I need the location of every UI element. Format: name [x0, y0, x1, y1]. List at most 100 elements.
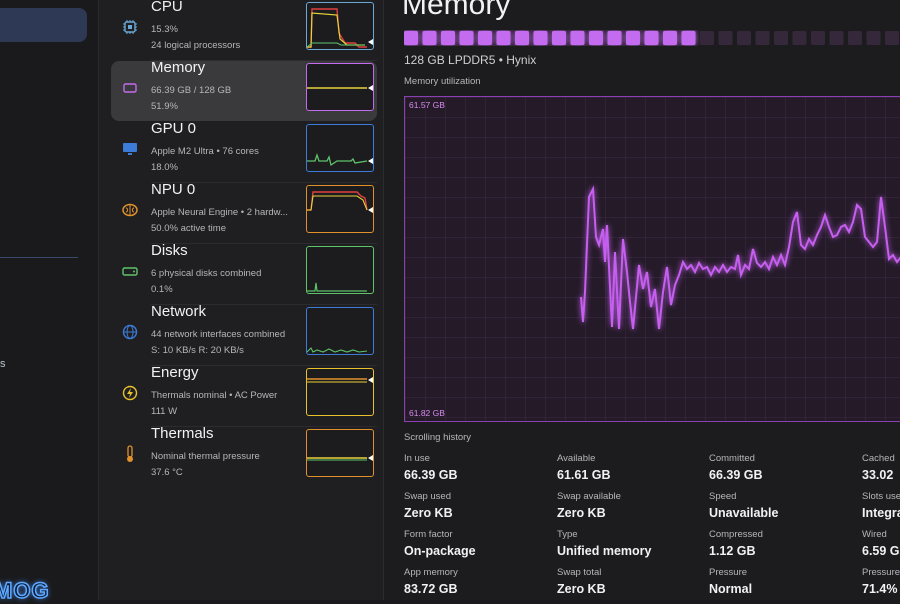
stat-committed: Committed 66.39 GB: [709, 453, 763, 482]
sidebar: s MOG: [0, 0, 99, 604]
stat-value: Normal: [709, 582, 753, 596]
usage-block-filled: [552, 31, 566, 45]
stat-available: Available 61.61 GB: [557, 453, 611, 482]
stat-label: Swap available: [557, 491, 621, 502]
item-detail: 51.9%: [151, 101, 178, 112]
globe-icon: [121, 323, 139, 341]
thermometer-icon: [121, 445, 139, 463]
item-detail: 15.3%: [151, 24, 178, 35]
usage-block-filled: [515, 31, 529, 45]
stat-form-factor: Form factor On-package: [404, 529, 476, 558]
sidebar-text-fragment: s: [0, 358, 6, 370]
page-title: Memory: [402, 0, 511, 21]
usage-block-empty: [811, 31, 825, 45]
item-detail: Nominal thermal pressure: [151, 451, 260, 462]
stat-value: 71.4%: [862, 582, 898, 596]
graph-min-label: 61.82 GB: [409, 408, 445, 418]
memory-usage-meter: [404, 31, 899, 45]
stat-label: Cached: [862, 453, 895, 464]
list-item-energy[interactable]: Energy Thermals nominal • AC Power 111 W: [111, 364, 377, 427]
network-sparkline: [306, 307, 374, 355]
energy-sparkline: [306, 368, 374, 416]
memory-spec: 128 GB LPDDR5 • Hynix: [404, 53, 537, 67]
usage-block-empty: [755, 31, 770, 45]
sidebar-selected-item[interactable]: [0, 8, 87, 42]
stat-label: Wired: [862, 529, 887, 540]
item-detail: Apple Neural Engine • 2 hardw...: [151, 207, 288, 218]
item-detail: Thermals nominal • AC Power: [151, 390, 278, 401]
item-detail: Apple M2 Ultra • 76 cores: [151, 146, 259, 157]
stat-label: Compressed: [709, 529, 763, 540]
memory-utilization-graph: 61.57 GB 61.82 GB: [404, 96, 900, 422]
item-detail: 37.6 °C: [151, 467, 183, 478]
detail-panel: Memory 128 GB LPDDR5 • Hynix Memory util…: [384, 0, 900, 600]
list-item-thermals[interactable]: Thermals Nominal thermal pressure 37.6 °…: [111, 425, 377, 487]
stat-value: Integra: [862, 506, 900, 520]
usage-block-filled: [607, 31, 622, 45]
list-item-disks[interactable]: Disks 6 physical disks combined 0.1%: [111, 242, 377, 305]
stat-compressed: Compressed 1.12 GB: [709, 529, 763, 558]
usage-block-filled: [533, 31, 548, 45]
npu-sparkline: [306, 185, 374, 233]
app-logo: MOG: [0, 577, 50, 604]
usage-block-filled: [478, 31, 492, 45]
scrolling-history-caption: Scrolling history: [404, 432, 472, 443]
stat-value: 6.59 G: [862, 544, 900, 558]
usage-block-empty: [700, 31, 714, 45]
list-item-npu[interactable]: NPU 0 Apple Neural Engine • 2 hardw... 5…: [111, 181, 377, 244]
stat-value: Zero KB: [557, 582, 606, 596]
item-name: Network: [151, 303, 207, 320]
stat-value: 83.72 GB: [404, 582, 458, 596]
item-detail: 111 W: [151, 406, 178, 417]
stat-in-use: In use 66.39 GB: [404, 453, 458, 482]
usage-block-filled: [663, 31, 677, 45]
item-detail: 50.0% active time: [151, 223, 226, 234]
stat-swap-available: Swap available Zero KB: [557, 491, 621, 520]
usage-block-empty: [718, 31, 733, 45]
memory-icon: [121, 79, 139, 97]
stat-label: Available: [557, 453, 596, 464]
list-item-gpu[interactable]: GPU 0 Apple M2 Ultra • 76 cores 18.0%: [111, 120, 377, 183]
list-item-network[interactable]: Network 44 network interfaces combined S…: [111, 303, 377, 366]
stat-value: 61.61 GB: [557, 468, 611, 482]
display-icon: [121, 140, 139, 158]
usage-block-filled: [496, 31, 511, 45]
stat-label: Form factor: [404, 529, 453, 540]
list-item-memory[interactable]: Memory 66.39 GB / 128 GB 51.9%: [111, 59, 377, 121]
usage-block-empty: [774, 31, 788, 45]
stat-swap-used: Swap used Zero KB: [404, 491, 453, 520]
graph-caption: Memory utilization: [404, 76, 481, 87]
item-detail: 24 logical processors: [151, 40, 241, 51]
item-name: GPU 0: [151, 120, 197, 137]
usage-block-empty: [829, 31, 844, 45]
usage-block-filled: [570, 31, 585, 45]
stat-slots-used: Slots use Integra: [862, 491, 900, 520]
stat-app-memory: App memory 83.72 GB: [404, 567, 458, 596]
usage-block-empty: [792, 31, 807, 45]
usage-block-filled: [422, 31, 437, 45]
thermals-sparkline: [306, 429, 374, 477]
usage-block-filled: [404, 31, 418, 45]
gpu-sparkline: [306, 124, 374, 172]
energy-bolt-icon: [121, 384, 139, 402]
stat-label: Speed: [709, 491, 737, 502]
disks-sparkline: [306, 246, 374, 294]
usage-block-filled: [459, 31, 474, 45]
stat-value: Zero KB: [557, 506, 606, 520]
stat-value: On-package: [404, 544, 476, 558]
usage-block-empty: [737, 31, 751, 45]
graph-max-label: 61.57 GB: [409, 100, 445, 110]
cpu-sparkline: [306, 2, 374, 50]
brain-icon: [121, 201, 139, 219]
usage-block-filled: [644, 31, 659, 45]
item-name: Disks: [151, 242, 188, 259]
item-name: Memory: [151, 59, 206, 76]
stat-speed: Speed Unavailable: [709, 491, 778, 520]
sidebar-divider: [0, 257, 78, 258]
stat-value: 33.02: [862, 468, 894, 482]
stat-value: Zero KB: [404, 506, 453, 520]
stat-wired: Wired 6.59 G: [862, 529, 900, 558]
list-item-cpu[interactable]: CPU 15.3% 24 logical processors: [111, 0, 377, 61]
item-detail: 44 network interfaces combined: [151, 329, 286, 340]
stat-pressure-percent: Pressure 71.4%: [862, 567, 900, 596]
